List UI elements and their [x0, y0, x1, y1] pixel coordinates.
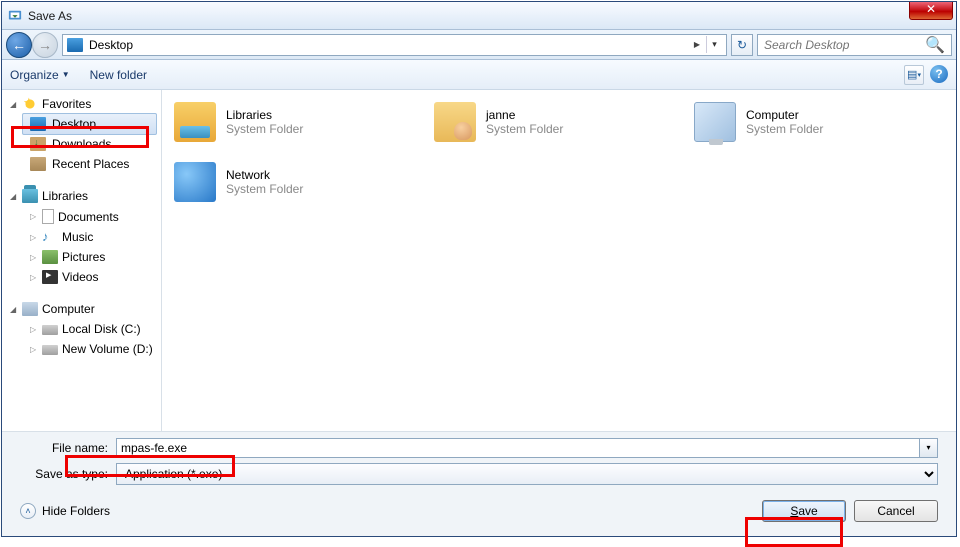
disk-icon — [42, 325, 58, 335]
pictures-icon — [42, 250, 58, 264]
refresh-button[interactable]: ↻ — [731, 34, 753, 56]
nav-favorites[interactable]: ◢Favorites — [2, 94, 161, 114]
breadcrumb-arrow-icon[interactable]: ▶ — [688, 40, 706, 49]
filename-input[interactable] — [116, 438, 920, 458]
libraries-folder-icon — [174, 102, 216, 142]
nav-item-videos[interactable]: ▷Videos — [2, 267, 161, 287]
desktop-icon — [67, 38, 83, 52]
nav-item-recent[interactable]: Recent Places — [2, 154, 161, 174]
document-icon — [42, 209, 54, 224]
videos-icon — [42, 270, 58, 284]
nav-item-music[interactable]: ▷♪Music — [2, 227, 161, 247]
nav-item-disk-d[interactable]: ▷New Volume (D:) — [2, 339, 161, 359]
address-box[interactable]: Desktop ▶ ▾ — [62, 34, 727, 56]
libraries-icon — [22, 189, 38, 203]
nav-item-desktop[interactable]: Desktop — [22, 113, 157, 135]
title-bar: Save As ✕ — [2, 2, 956, 30]
nav-back-button[interactable]: ← — [6, 32, 32, 58]
savetype-select[interactable]: Application (*.exe) — [116, 463, 938, 485]
chevron-up-icon: ˄ — [20, 503, 36, 519]
address-bar: ← → Desktop ▶ ▾ ↻ 🔍 — [2, 30, 956, 60]
item-network[interactable]: NetworkSystem Folder — [174, 162, 394, 202]
cancel-button[interactable]: Cancel — [854, 500, 938, 522]
nav-forward-button[interactable]: → — [32, 32, 58, 58]
search-input[interactable] — [764, 38, 925, 52]
new-folder-button[interactable]: New folder — [90, 68, 147, 82]
computer-folder-icon — [694, 102, 736, 142]
nav-item-documents[interactable]: ▷Documents — [2, 206, 161, 227]
computer-icon — [22, 302, 38, 316]
organize-menu[interactable]: Organize▼ — [10, 68, 70, 82]
folder-content[interactable]: LibrariesSystem Folder janneSystem Folde… — [162, 90, 956, 431]
help-button[interactable]: ? — [930, 65, 948, 83]
bottom-panel: File name: ▾ Save as type: Application (… — [2, 431, 956, 536]
app-icon — [8, 9, 22, 23]
filename-label: File name: — [30, 441, 108, 455]
save-button[interactable]: Save — [762, 500, 846, 522]
filename-dropdown[interactable]: ▾ — [920, 438, 938, 458]
music-icon: ♪ — [42, 230, 58, 244]
item-computer[interactable]: ComputerSystem Folder — [694, 102, 914, 142]
star-icon — [22, 97, 38, 111]
recent-icon — [30, 157, 46, 171]
command-bar: Organize▼ New folder ▤▾ ? — [2, 60, 956, 90]
address-dropdown[interactable]: ▾ — [706, 36, 722, 53]
search-icon[interactable]: 🔍 — [925, 35, 945, 55]
disk-icon — [42, 345, 58, 355]
navigation-pane: ◢Favorites Desktop Downloads Recent Plac… — [2, 90, 162, 431]
close-button[interactable]: ✕ — [909, 2, 953, 20]
savetype-label: Save as type: — [30, 467, 108, 481]
save-as-dialog: Save As ✕ ← → Desktop ▶ ▾ ↻ 🔍 Organize▼ … — [1, 1, 957, 537]
nav-computer[interactable]: ◢Computer — [2, 299, 161, 319]
item-user[interactable]: janneSystem Folder — [434, 102, 654, 142]
view-options-button[interactable]: ▤▾ — [904, 65, 924, 85]
save-label: ave — [798, 504, 817, 518]
item-libraries[interactable]: LibrariesSystem Folder — [174, 102, 394, 142]
hide-folders-button[interactable]: ˄ Hide Folders — [20, 503, 110, 519]
search-box[interactable]: 🔍 — [757, 34, 952, 56]
download-icon — [30, 137, 46, 151]
window-title: Save As — [28, 9, 72, 23]
desktop-icon — [30, 117, 46, 131]
nav-item-disk-c[interactable]: ▷Local Disk (C:) — [2, 319, 161, 339]
user-folder-icon — [434, 102, 476, 142]
network-folder-icon — [174, 162, 216, 202]
location-text: Desktop — [89, 38, 688, 52]
nav-item-pictures[interactable]: ▷Pictures — [2, 247, 161, 267]
nav-libraries[interactable]: ◢Libraries — [2, 186, 161, 206]
nav-item-downloads[interactable]: Downloads — [2, 134, 161, 154]
